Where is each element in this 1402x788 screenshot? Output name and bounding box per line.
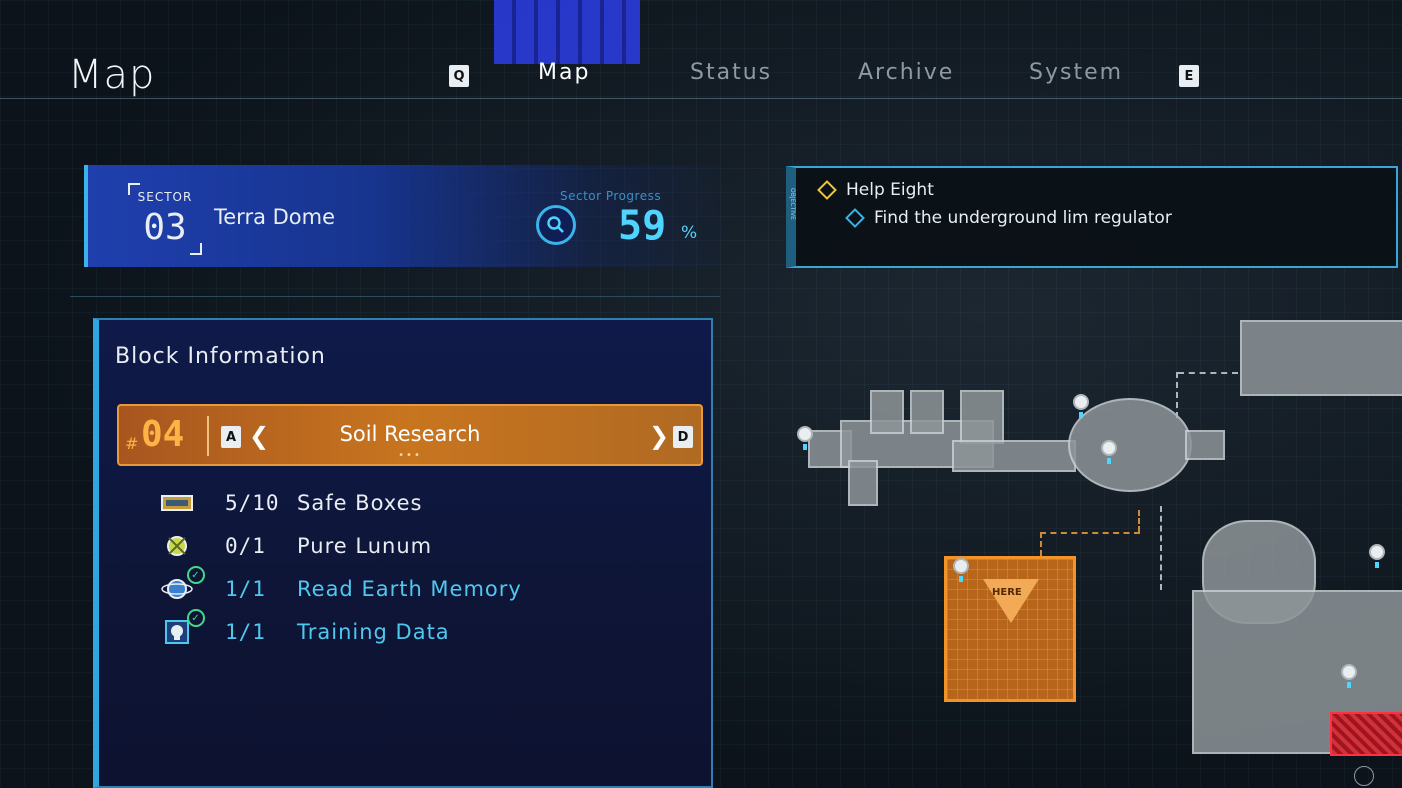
search-icon <box>536 205 576 245</box>
chevron-right-icon[interactable]: ❯ <box>649 422 669 450</box>
map-room <box>848 460 878 506</box>
sector-number: 03 <box>143 207 187 248</box>
block-item-read-earth-memory: ✓ 1/1 Read Earth Memory <box>159 566 522 606</box>
block-info-title: Block Information <box>115 344 326 369</box>
objective-task-row: Find the underground lim regulator <box>845 208 1172 228</box>
item-count: 1/1 <box>225 577 266 601</box>
block-item-training-data: ✓ 1/1 Training Data <box>159 609 450 649</box>
sector-progress-value: 59 <box>618 203 667 249</box>
item-label: Training Data <box>297 620 450 644</box>
map-pin-icon[interactable] <box>1340 664 1358 690</box>
danger-zone-icon <box>1330 712 1402 756</box>
block-item-safe-boxes: 5/10 Safe Boxes <box>159 486 422 520</box>
map-path <box>1138 510 1140 532</box>
map-path <box>1160 506 1162 590</box>
safe-box-icon <box>159 488 195 518</box>
tab-map[interactable]: Map <box>538 60 590 85</box>
objective-task: Find the underground lim regulator <box>874 208 1172 228</box>
map-pin-icon[interactable] <box>952 558 970 584</box>
active-tab-glow <box>494 0 640 64</box>
tab-archive[interactable]: Archive <box>858 60 954 85</box>
here-marker-icon <box>983 579 1039 623</box>
item-count: 1/1 <box>225 620 266 644</box>
block-page-dots: ••• <box>398 450 422 461</box>
objective-mission-row: Help Eight <box>817 180 934 200</box>
map-path <box>1040 532 1042 556</box>
map-room <box>952 440 1076 472</box>
check-icon: ✓ <box>187 566 205 584</box>
item-label: Safe Boxes <box>297 491 423 515</box>
block-panel-frame <box>70 296 720 317</box>
earth-memory-icon: ✓ <box>159 566 205 604</box>
sector-label: SECTOR <box>137 190 193 204</box>
item-label: Pure Lunum <box>297 534 433 558</box>
pure-lunum-icon <box>159 531 195 561</box>
here-label: HERE <box>992 587 1022 598</box>
objective-mission: Help Eight <box>846 180 934 200</box>
map-pin-icon[interactable] <box>1368 544 1386 570</box>
next-block-key[interactable]: D <box>673 426 693 448</box>
sector-badge: SECTOR 03 <box>126 181 204 257</box>
tab-system[interactable]: System <box>1029 60 1123 85</box>
item-count: 5/10 <box>225 491 280 515</box>
prev-tab-key[interactable]: Q <box>449 65 469 87</box>
block-selector[interactable]: # 04 A ❮ Soil Research ❯ D ••• <box>117 404 703 466</box>
item-label: Read Earth Memory <box>297 577 522 601</box>
check-icon: ✓ <box>187 609 205 627</box>
compass-icon <box>1354 766 1374 786</box>
map-path <box>1040 532 1140 534</box>
block-name: Soil Research <box>339 422 481 446</box>
item-count: 0/1 <box>225 534 266 558</box>
map-path <box>1178 372 1238 374</box>
next-tab-key[interactable]: E <box>1179 65 1199 87</box>
objective-panel: OBJECTIVE Help Eight Find the undergroun… <box>786 166 1398 268</box>
sector-progress-unit: % <box>681 223 698 243</box>
task-diamond-icon <box>845 208 865 228</box>
header-divider <box>0 98 1402 99</box>
map-pin-icon[interactable] <box>1100 440 1118 466</box>
objective-side-label: OBJECTIVE <box>789 188 796 220</box>
sector-progress-label: Sector Progress <box>560 189 662 203</box>
map-view[interactable]: HERE <box>730 280 1402 788</box>
map-pin-icon[interactable] <box>796 426 814 452</box>
map-room <box>1240 320 1402 396</box>
page-title: Map <box>68 52 156 98</box>
map-room <box>870 390 904 434</box>
map-room <box>960 390 1004 444</box>
map-path <box>1176 372 1178 418</box>
training-data-icon: ✓ <box>159 609 205 647</box>
tab-status[interactable]: Status <box>690 60 772 85</box>
map-pin-icon[interactable] <box>1072 394 1090 420</box>
mission-diamond-icon <box>817 180 837 200</box>
sector-panel: SECTOR 03 Terra Dome Sector Progress 59 … <box>84 165 722 267</box>
map-room <box>910 390 944 434</box>
sector-name: Terra Dome <box>214 205 336 229</box>
block-info-panel: Block Information # 04 A ❮ Soil Research… <box>93 318 713 788</box>
block-item-pure-lunum: 0/1 Pure Lunum <box>159 529 432 563</box>
map-room <box>1185 430 1225 460</box>
